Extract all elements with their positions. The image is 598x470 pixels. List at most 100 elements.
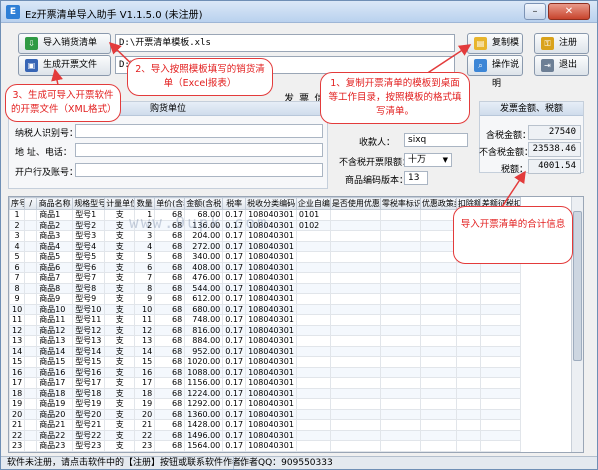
table-cell[interactable]: 0.17 [222,230,247,242]
table-cell[interactable]: 商品6 [36,261,74,273]
table-cell[interactable]: 支 [104,272,136,284]
table-cell[interactable]: 68 [154,230,186,242]
table-cell[interactable]: 型号11 [72,314,106,326]
table-cell[interactable] [379,450,421,452]
copy-template-button[interactable]: ▤ 复制模板 [467,33,523,67]
code-version-field[interactable]: 13 [404,171,428,185]
table-cell[interactable] [419,450,457,452]
table-cell[interactable]: 6 [9,261,26,273]
table-cell[interactable] [379,345,421,357]
table-cell[interactable]: 1564.00 [184,440,224,452]
table-cell[interactable]: 23 [9,440,26,452]
table-cell[interactable]: 支 [104,377,136,389]
column-header[interactable]: / [24,197,38,210]
table-cell[interactable] [455,345,481,357]
table-cell[interactable] [24,219,38,231]
table-cell[interactable] [329,377,381,389]
table-cell[interactable]: 型号23 [72,440,106,452]
table-cell[interactable]: 型号20 [72,408,106,420]
table-cell[interactable] [419,419,457,431]
table-cell[interactable] [479,377,521,389]
table-cell[interactable]: 108040301 [245,377,297,389]
table-cell[interactable]: 11 [134,314,156,326]
table-cell[interactable]: 68 [154,314,186,326]
table-cell[interactable] [24,293,38,305]
table-cell[interactable]: 22 [9,429,26,441]
table-cell[interactable]: 108040301 [245,345,297,357]
table-row[interactable]: 16 商品16 型号16 支 16 68 1088.00 0.17 108040301 [9,366,521,378]
table-cell[interactable] [329,209,381,221]
table-cell[interactable]: 17 [9,377,26,389]
table-cell[interactable] [379,219,421,231]
table-cell[interactable]: 0.17 [222,387,247,399]
table-cell[interactable] [329,356,381,368]
table-cell[interactable]: 23 [134,440,156,452]
table-cell[interactable]: 商品11 [36,314,74,326]
table-cell[interactable]: 6 [134,261,156,273]
column-header[interactable]: 是否使用优惠政策 [329,197,381,210]
table-cell[interactable]: 支 [104,282,136,294]
table-cell[interactable] [329,408,381,420]
table-cell[interactable] [455,356,481,368]
column-header[interactable]: 零税率标识 [379,197,421,210]
table-cell[interactable] [479,387,521,399]
table-cell[interactable]: 9 [134,293,156,305]
table-cell[interactable] [295,377,331,389]
table-cell[interactable] [479,345,521,357]
table-cell[interactable]: 68 [154,387,186,399]
table-cell[interactable] [419,261,457,273]
table-cell[interactable] [24,314,38,326]
table-cell[interactable]: 0.17 [222,335,247,347]
table-cell[interactable]: 7 [134,272,156,284]
table-cell[interactable]: 108040301 [245,450,297,452]
table-cell[interactable] [295,282,331,294]
table-cell[interactable] [24,345,38,357]
address-field[interactable] [75,143,323,157]
table-cell[interactable] [379,324,421,336]
table-row[interactable]: 13 商品13 型号13 支 13 68 884.00 0.17 108040301 [9,335,521,347]
table-cell[interactable] [329,303,381,315]
table-cell[interactable]: 68 [154,450,186,452]
table-cell[interactable]: 12 [9,324,26,336]
table-cell[interactable]: 支 [104,261,136,273]
table-cell[interactable] [379,419,421,431]
table-cell[interactable] [329,240,381,252]
column-header[interactable]: 优惠政策类型 [419,197,457,210]
table-cell[interactable]: 1224.00 [184,387,224,399]
table-cell[interactable]: 型号10 [72,303,106,315]
table-cell[interactable] [329,366,381,378]
table-cell[interactable]: 商品13 [36,335,74,347]
table-cell[interactable]: 支 [104,440,136,452]
table-cell[interactable]: 16 [134,366,156,378]
table-cell[interactable]: 15 [9,356,26,368]
table-cell[interactable]: 20 [134,408,156,420]
table-cell[interactable] [455,282,481,294]
table-cell[interactable]: 108040301 [245,272,297,284]
table-cell[interactable]: 4 [134,240,156,252]
table-cell[interactable] [24,261,38,273]
table-cell[interactable] [419,440,457,452]
table-row[interactable]: 23 商品23 型号23 支 23 68 1564.00 0.17 108040301 [9,440,521,452]
table-cell[interactable]: 型号17 [72,377,106,389]
table-cell[interactable] [379,398,421,410]
table-cell[interactable] [455,408,481,420]
table-cell[interactable] [479,450,521,452]
table-cell[interactable]: 型号2 [72,219,106,231]
table-cell[interactable]: 支 [104,345,136,357]
table-cell[interactable] [379,314,421,326]
table-cell[interactable]: 3 [134,230,156,242]
table-cell[interactable]: 商品8 [36,282,74,294]
table-cell[interactable]: 型号16 [72,366,106,378]
table-cell[interactable] [295,387,331,399]
table-cell[interactable] [329,398,381,410]
table-cell[interactable]: 商品12 [36,324,74,336]
column-header[interactable]: 商品名称 [36,197,74,210]
table-cell[interactable] [419,429,457,441]
table-cell[interactable]: 952.00 [184,345,224,357]
column-header[interactable]: 企业自编码 [295,197,331,210]
scrollbar-thumb[interactable] [573,211,582,361]
table-cell[interactable] [479,314,521,326]
column-header[interactable]: 数量 [134,197,156,210]
table-cell[interactable]: 20 [9,408,26,420]
table-cell[interactable]: 108040301 [245,293,297,305]
